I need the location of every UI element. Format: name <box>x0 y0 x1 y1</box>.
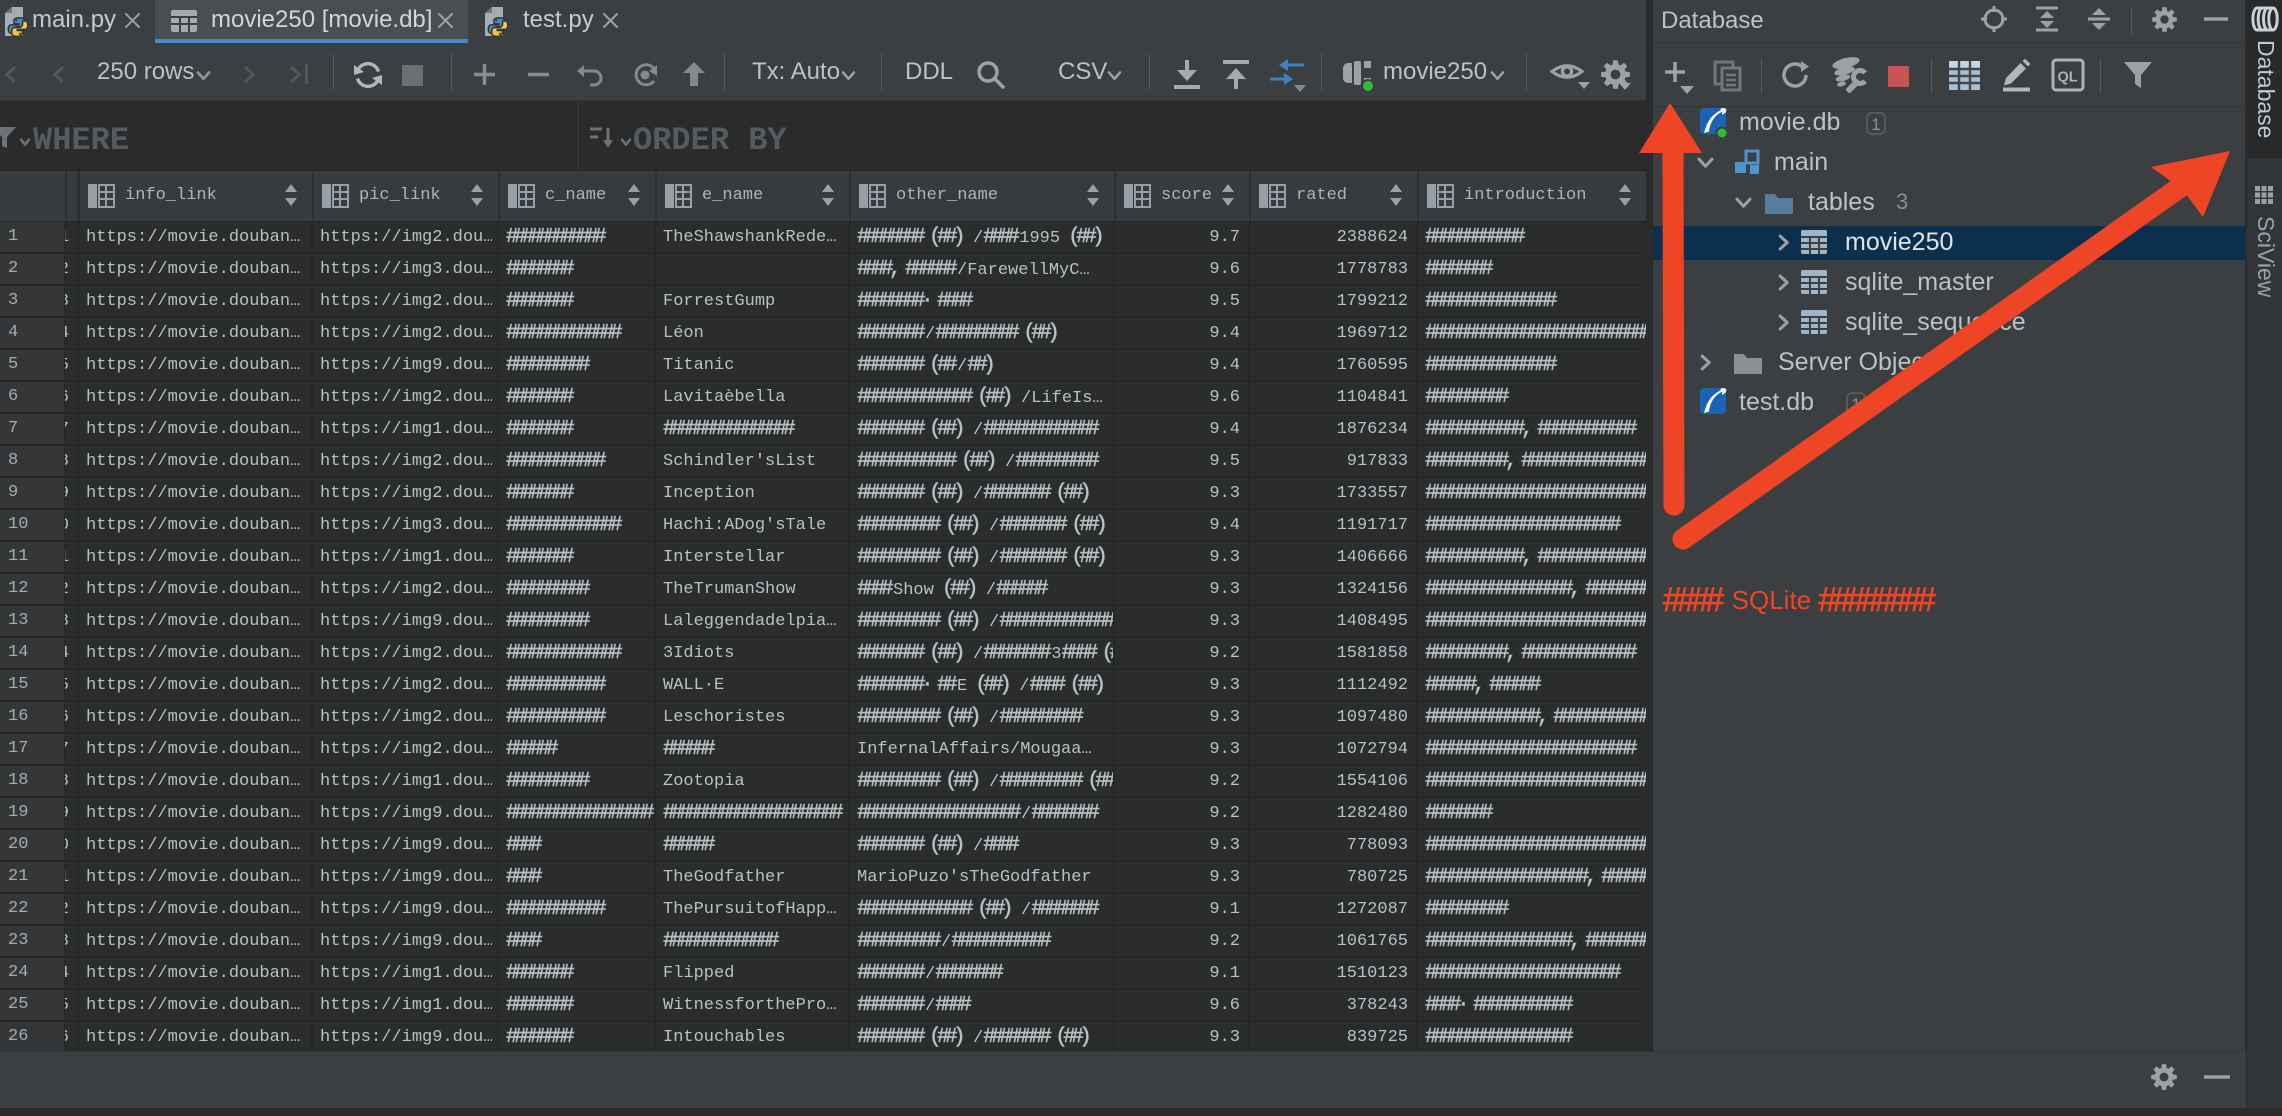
svg-text:QL: QL <box>2058 70 2078 86</box>
